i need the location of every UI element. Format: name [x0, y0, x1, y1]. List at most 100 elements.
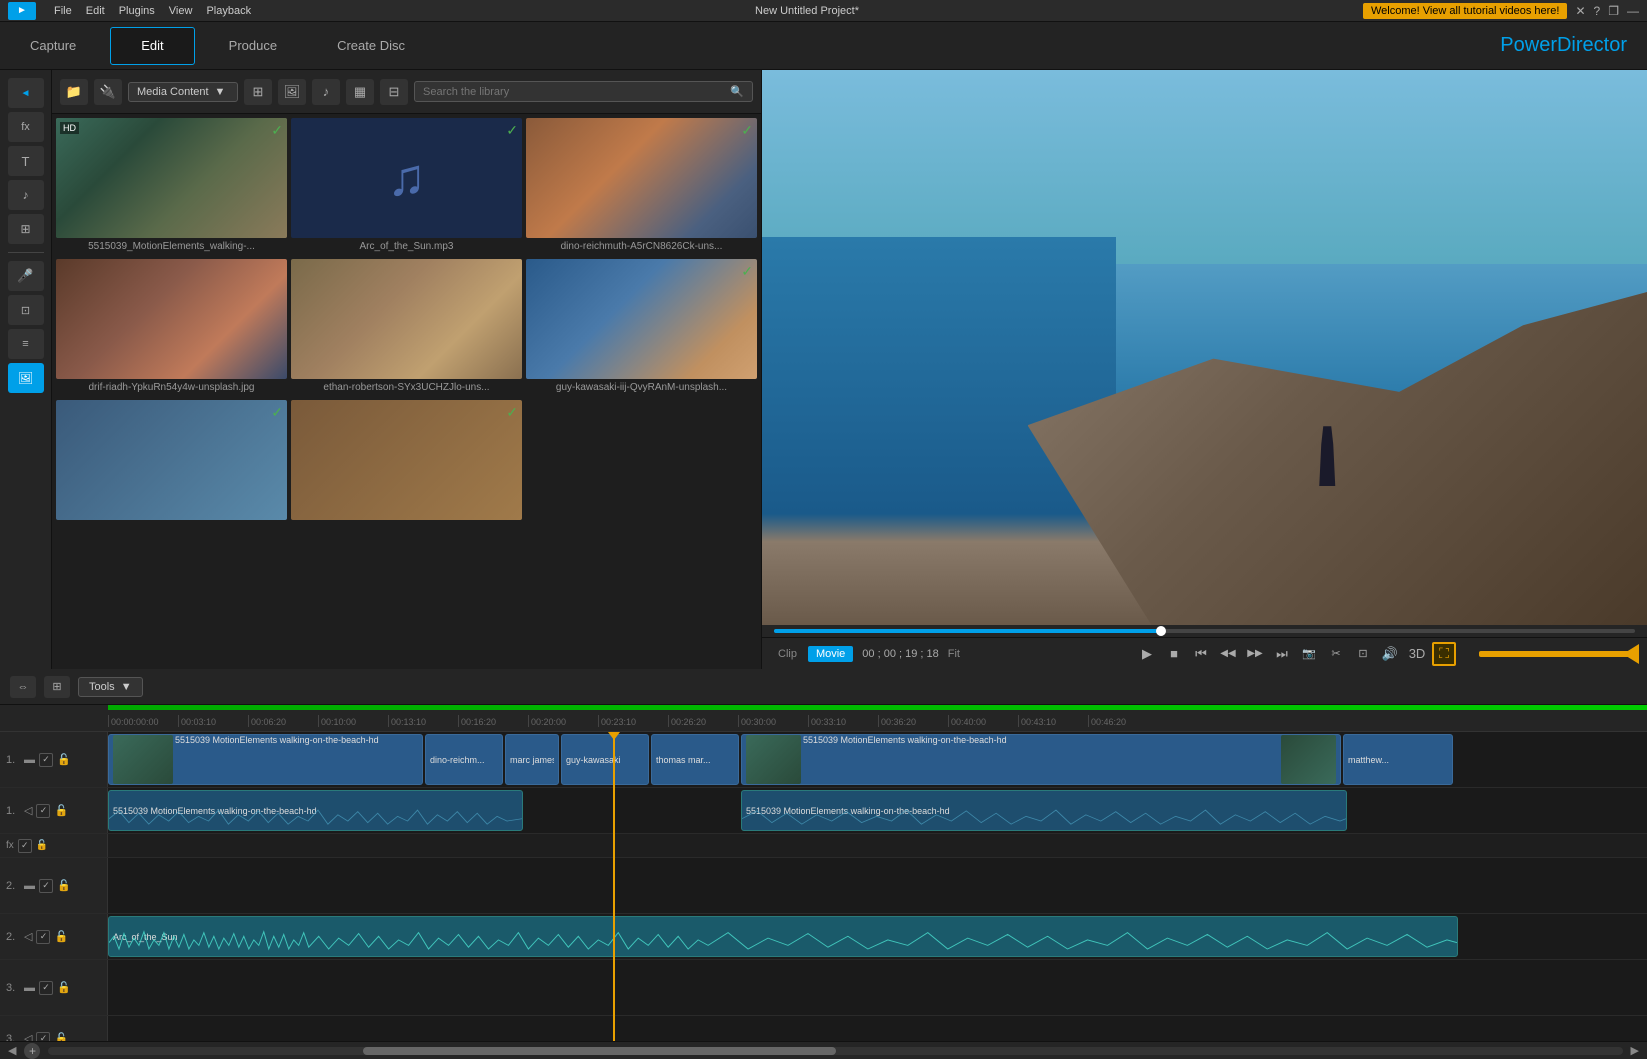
video-clip[interactable]: thomas mar... — [651, 734, 739, 785]
track-number: 1. — [6, 805, 20, 817]
sidebar-subtitle-btn[interactable]: ≡ — [8, 329, 44, 359]
lock-icon[interactable]: 🔓 — [57, 981, 71, 994]
playhead[interactable] — [613, 732, 615, 1041]
ruler-mark: 00:26:20 — [668, 715, 738, 727]
list-item[interactable]: ✓ guy-kawasaki-iij-QvyRAnM-unsplash... — [526, 259, 757, 396]
track-content[interactable]: 5515039 MotionElements walking-on-the-be… — [108, 732, 1647, 787]
minimize-icon[interactable]: — — [1627, 4, 1639, 18]
step-back-btn[interactable]: ◀◀ — [1216, 642, 1240, 666]
media-type-dropdown[interactable]: Media Content ▼ — [128, 82, 238, 102]
sidebar-fx-btn[interactable]: fx — [8, 112, 44, 142]
lock-icon[interactable]: 🔓 — [54, 1032, 68, 1041]
movie-mode-btn[interactable]: Movie — [808, 646, 853, 662]
video-clip[interactable]: 5515039 MotionElements walking-on-the-be… — [741, 734, 1341, 785]
video-clip[interactable]: 5515039 MotionElements walking-on-the-be… — [108, 734, 423, 785]
sort-btn[interactable]: ⊟ — [380, 79, 408, 105]
scroll-left-btn[interactable]: ◀ — [8, 1044, 16, 1057]
lock-icon[interactable]: 🔓 — [54, 804, 68, 817]
stop-btn[interactable]: ■ — [1162, 642, 1186, 666]
track-visibility-check[interactable] — [39, 879, 53, 893]
view-toggle-btn[interactable]: ⊞ — [244, 79, 272, 105]
track-content[interactable] — [108, 960, 1647, 1015]
ruler-mark: 00:10:00 — [318, 715, 388, 727]
play-btn[interactable]: ▶ — [1135, 642, 1159, 666]
menu-edit[interactable]: Edit — [86, 5, 105, 17]
list-item[interactable]: ✓ — [56, 400, 287, 520]
prev-frame-btn[interactable]: ⏮ — [1189, 642, 1213, 666]
help-icon[interactable]: ? — [1594, 4, 1601, 18]
step-fwd-btn[interactable]: ▶▶ — [1243, 642, 1267, 666]
ruler-mark: 00:03:10 — [178, 715, 248, 727]
fullscreen-btn[interactable]: ⛶ — [1432, 642, 1456, 666]
detach-btn[interactable]: ⊡ — [1351, 642, 1375, 666]
tab-capture[interactable]: Capture — [0, 22, 106, 69]
track-visibility-check[interactable] — [39, 981, 53, 995]
track-visibility-check[interactable] — [36, 930, 50, 944]
fx-track-content[interactable] — [108, 834, 1647, 857]
track-visibility-check[interactable] — [39, 753, 53, 767]
video-clip[interactable]: matthew... — [1343, 734, 1453, 785]
restore-icon[interactable]: ❐ — [1608, 4, 1619, 18]
close-icon[interactable]: ✕ — [1575, 4, 1585, 18]
menu-file[interactable]: File — [54, 5, 72, 17]
clip-mode-btn[interactable]: Clip — [770, 646, 805, 662]
search-input[interactable] — [423, 86, 726, 98]
list-item[interactable]: ♫ ✓ Arc_of_the_Sun.mp3 — [291, 118, 522, 255]
list-item[interactable]: ✓ — [291, 400, 522, 520]
timeline-snap-btn[interactable]: ⊞ — [44, 676, 70, 698]
preview-progress[interactable] — [774, 629, 1635, 633]
next-frame-btn[interactable]: ⏭ — [1270, 642, 1294, 666]
sidebar-pip-btn[interactable]: ⊡ — [8, 295, 44, 325]
preview-panel: Clip Movie 00 ; 00 ; 19 ; 18 Fit ▶ ■ ⏮ ◀… — [762, 70, 1647, 669]
audio-clip[interactable]: 5515039 MotionElements walking-on-the-be… — [741, 790, 1347, 831]
3d-btn[interactable]: 3D — [1405, 642, 1429, 666]
sidebar-media-btn[interactable]: 🖼 — [8, 363, 44, 393]
tab-produce[interactable]: Produce — [199, 22, 307, 69]
list-item[interactable]: ethan-robertson-SYx3UCHZJlo-uns... — [291, 259, 522, 396]
sidebar-expand-btn[interactable]: ◄ — [8, 78, 44, 108]
split-btn[interactable]: ✂ — [1324, 642, 1348, 666]
timeline-ruler: 00:00:00:00 00:03:10 00:06:20 00:10:00 0… — [0, 710, 1647, 732]
fx-visibility-check[interactable] — [18, 839, 32, 853]
sidebar-transition-btn[interactable]: ⊞ — [8, 214, 44, 244]
tools-dropdown[interactable]: Tools ▼ — [78, 677, 143, 697]
audio-clip[interactable]: Arc_of_the_Sun — [108, 916, 1458, 957]
photo-btn[interactable]: 🖼 — [278, 79, 306, 105]
video-clip[interactable]: marc james — [505, 734, 559, 785]
list-item[interactable]: drif-riadh-YpkuRn54y4w-unsplash.jpg — [56, 259, 287, 396]
track-content[interactable] — [108, 1016, 1647, 1041]
tab-create-disc[interactable]: Create Disc — [307, 22, 435, 69]
list-item[interactable]: ✓ dino-reichmuth-A5rCN8626Ck-uns... — [526, 118, 757, 255]
audio-clip[interactable]: 5515039 MotionElements walking-on-the-be… — [108, 790, 523, 831]
menu-plugins[interactable]: Plugins — [119, 5, 155, 17]
video-clip[interactable]: dino-reichm... — [425, 734, 503, 785]
menu-view[interactable]: View — [169, 5, 193, 17]
list-item[interactable]: HD ✓ 5515039_MotionElements_walking-... — [56, 118, 287, 255]
grid-btn[interactable]: ▦ — [346, 79, 374, 105]
menu-playback[interactable]: Playback — [206, 5, 251, 17]
lock-icon[interactable]: 🔓 — [54, 930, 68, 943]
add-track-btn[interactable]: + — [24, 1043, 40, 1059]
music-btn[interactable]: ♪ — [312, 79, 340, 105]
plugin-btn[interactable]: 🔌 — [94, 79, 122, 105]
ruler-mark: 00:00:00:00 — [108, 715, 178, 727]
timeline-lock-btn[interactable]: ⇔ — [10, 676, 36, 698]
snapshot-btn[interactable]: 📷 — [1297, 642, 1321, 666]
lock-icon[interactable]: 🔓 — [57, 753, 71, 766]
import-btn[interactable]: 📁 — [60, 79, 88, 105]
sidebar-title-btn[interactable]: T — [8, 146, 44, 176]
track-content[interactable] — [108, 858, 1647, 913]
tutorial-button[interactable]: Welcome! View all tutorial videos here! — [1363, 3, 1568, 19]
timeline-scrollbar-track[interactable] — [48, 1047, 1622, 1055]
track-visibility-check[interactable] — [36, 1032, 50, 1042]
track-content[interactable]: 5515039 MotionElements walking-on-the-be… — [108, 788, 1647, 833]
track-content[interactable]: Arc_of_the_Sun — [108, 914, 1647, 959]
video-clip[interactable]: guy-kawasaki — [561, 734, 649, 785]
tab-edit[interactable]: Edit — [110, 27, 194, 65]
lock-icon[interactable]: 🔓 — [57, 879, 71, 892]
scroll-right-btn[interactable]: ▶ — [1631, 1044, 1639, 1057]
sidebar-mic-btn[interactable]: 🎤 — [8, 261, 44, 291]
track-visibility-check[interactable] — [36, 804, 50, 818]
sidebar-audio-fx-btn[interactable]: ♪ — [8, 180, 44, 210]
volume-btn[interactable]: 🔊 — [1378, 642, 1402, 666]
